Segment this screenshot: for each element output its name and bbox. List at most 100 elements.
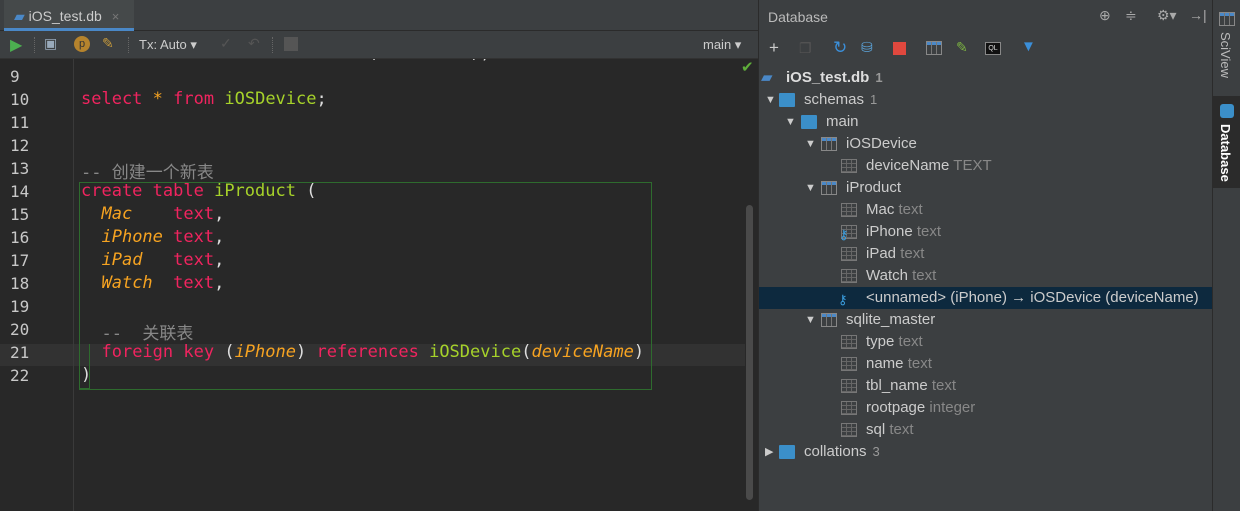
tree-item-folder[interactable]: ▼ schemas 1 — [759, 89, 1213, 111]
line-number: 21 — [10, 343, 30, 362]
tree-item-table[interactable]: ▼ sqlite_master — [759, 309, 1213, 331]
duplicate-icon[interactable]: ❐ — [799, 40, 812, 57]
item-name: main — [826, 113, 859, 130]
item-name: name — [866, 355, 904, 372]
tree-item-column[interactable]: deviceName TEXT — [759, 155, 1213, 177]
code-line: Watch text, — [101, 273, 225, 293]
tree-item-column[interactable]: Watch text — [759, 265, 1213, 287]
tree-item-schema[interactable]: ▼ main — [759, 111, 1213, 133]
expand-arrow-icon[interactable]: ▼ — [805, 309, 816, 331]
rollback-icon[interactable]: ↶ — [248, 35, 260, 52]
column-type: text — [916, 223, 942, 240]
database-icon — [1220, 104, 1234, 118]
folder-icon — [779, 445, 795, 459]
table-view-icon[interactable] — [926, 41, 942, 55]
tree-item-label: collations 3 — [804, 441, 880, 463]
schema-dropdown[interactable]: main ▾ — [703, 37, 741, 53]
tree-item-label: sql text — [866, 419, 914, 441]
column-type: text — [912, 267, 937, 284]
tree-item-label: Mac text — [866, 199, 923, 221]
tree-item-label: tbl_name text — [866, 375, 956, 397]
tree-item-key[interactable]: ⚷ <unnamed> (iPhone) → iOSDevice (deviceN… — [759, 287, 1213, 309]
tab-ios-test-db[interactable]: ▰ iOS_test.db × — [4, 0, 134, 31]
line-number: 12 — [10, 136, 30, 155]
tree-item-label: iPad text — [866, 243, 924, 265]
sciview-tab[interactable]: SciView — [1218, 32, 1233, 78]
column-icon — [841, 159, 857, 173]
line-number: 10 — [10, 90, 30, 109]
tree-item-column[interactable]: Mac text — [759, 199, 1213, 221]
code-line: -- 关联表 — [101, 324, 194, 344]
add-icon[interactable]: + — [769, 38, 779, 58]
tree-item-label: iPhone text — [866, 221, 941, 243]
column-fk-icon: ⚷ — [839, 225, 857, 242]
column-icon — [841, 357, 857, 371]
database-tab[interactable]: Database — [1218, 124, 1233, 182]
editor-scrollbar[interactable] — [746, 205, 753, 500]
expand-arrow-icon[interactable]: ▼ — [805, 177, 816, 199]
tree-item-column[interactable]: rootpage integer — [759, 397, 1213, 419]
execution-plan-icon[interactable]: ▣ — [44, 35, 57, 52]
column-type: text — [907, 355, 932, 372]
transaction-mode-dropdown[interactable]: Tx: Auto ▾ — [139, 37, 197, 53]
tree-item-table[interactable]: ▼ iProduct — [759, 177, 1213, 199]
close-tab-icon[interactable]: × — [112, 9, 120, 24]
collapse-all-icon[interactable]: ≑ — [1125, 7, 1137, 24]
table-icon — [821, 137, 837, 151]
tree-item-table[interactable]: ▼ iOSDevice — [759, 133, 1213, 155]
code-area[interactable]: 8 insert into iOSDevice values('iPhoneX')… — [0, 59, 745, 511]
column-type: text — [931, 377, 957, 394]
stop-icon[interactable] — [284, 37, 298, 51]
disconnect-icon[interactable] — [893, 42, 906, 55]
sciview-icon — [1219, 12, 1235, 26]
expand-arrow-icon[interactable]: ▼ — [765, 89, 776, 111]
tree-item-label: iProduct — [846, 177, 901, 199]
item-name: iPad — [866, 245, 897, 262]
tree-item-label: <unnamed> (iPhone) → iOSDevice (deviceNa… — [866, 287, 1199, 309]
console-icon[interactable]: QL — [985, 42, 1001, 55]
schema-label: main — [703, 37, 732, 52]
tree-item-column-fk[interactable]: ⚷ iPhone text — [759, 221, 1213, 243]
code-line: create table iProduct ( — [81, 181, 317, 201]
collapse-arrow-icon[interactable]: ▶ — [765, 441, 773, 463]
filter-icon[interactable]: ▼ — [1021, 38, 1036, 55]
code-line: insert into iOSDevice values('iPhoneX'); — [81, 59, 491, 63]
table-icon — [821, 313, 837, 327]
parameters-icon[interactable]: p — [74, 36, 90, 52]
db-properties-icon[interactable]: ⛁ — [861, 39, 873, 56]
column-icon — [841, 401, 857, 415]
tree-item-label: sqlite_master — [846, 309, 935, 331]
item-name: sql — [866, 421, 886, 438]
tree-item-db[interactable]: ▰ iOS_test.db 1 — [759, 67, 1213, 89]
commit-icon[interactable]: ✓ — [220, 35, 232, 52]
tree-item-column[interactable]: name text — [759, 353, 1213, 375]
tree-item-column[interactable]: type text — [759, 331, 1213, 353]
tree-item-column[interactable]: iPad text — [759, 243, 1213, 265]
code-line: iPad text, — [101, 250, 225, 270]
tree-item-folder[interactable]: ▶ collations 3 — [759, 441, 1213, 463]
hide-panel-icon[interactable]: →| — [1189, 7, 1207, 23]
item-name: tbl_name — [866, 377, 928, 394]
no-errors-check-icon: ✔ — [741, 59, 754, 76]
table-icon — [821, 181, 837, 195]
settings-wrench-icon[interactable]: ✎ — [102, 35, 114, 52]
gear-icon[interactable]: ⚙▾ — [1157, 7, 1177, 24]
line-number: 20 — [10, 320, 30, 339]
editor-toolbar: ▶ ▣ p ✎ Tx: Auto ▾ ✓ ↶ main ▾ — [0, 31, 758, 59]
tree-item-column[interactable]: tbl_name text — [759, 375, 1213, 397]
line-number: 14 — [10, 182, 30, 201]
tree-item-label: main — [826, 111, 859, 133]
item-name: iProduct — [846, 179, 902, 196]
tree-item-column[interactable]: sql text — [759, 419, 1213, 441]
tree-item-label: deviceName TEXT — [866, 155, 992, 177]
expand-arrow-icon[interactable]: ▼ — [785, 111, 796, 133]
edit-source-icon[interactable]: ✎ — [956, 39, 968, 56]
child-count: 1 — [875, 70, 883, 85]
expand-arrow-icon[interactable]: ▼ — [805, 133, 816, 155]
execute-button[interactable]: ▶ — [10, 35, 22, 55]
line-number: 11 — [10, 113, 30, 132]
locate-icon[interactable]: ⊕ — [1099, 7, 1111, 24]
column-icon — [841, 203, 857, 217]
refresh-icon[interactable]: ↻ — [833, 38, 847, 58]
code-line: select * from iOSDevice; — [81, 89, 327, 109]
